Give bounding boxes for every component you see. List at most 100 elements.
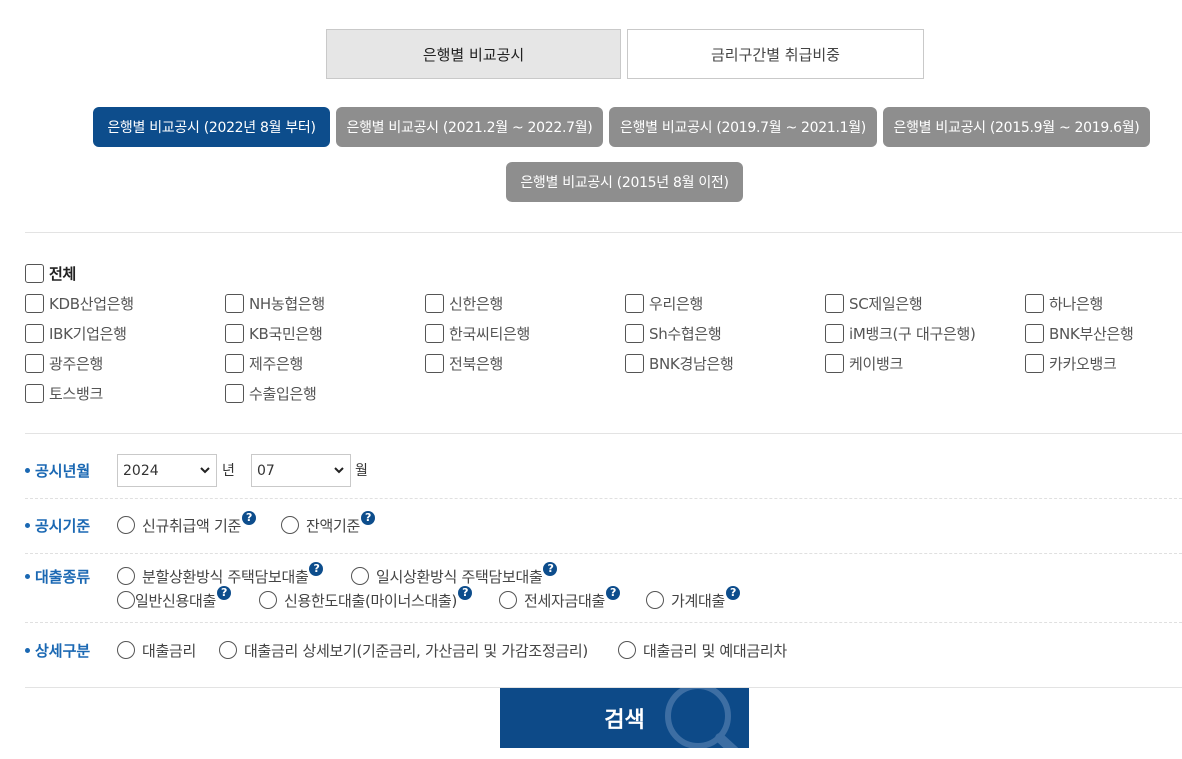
radio-circle[interactable] <box>618 641 636 659</box>
period-tab-2019-07-to-2021-01[interactable]: 은행별 비교공시 (2019.7월 ~ 2021.1월) <box>609 107 877 147</box>
loan-type-label: 대출종류 <box>25 565 90 587</box>
checkbox-label: SC제일은행 <box>849 294 923 313</box>
bullet-icon <box>25 647 30 653</box>
period-tab-2015-09-to-2019-06[interactable]: 은행별 비교공시 (2015.9월 ~ 2019.6월) <box>883 107 1150 147</box>
checkbox-box[interactable] <box>25 293 44 313</box>
divider <box>25 498 1182 499</box>
checkbox-label: Sh수협은행 <box>649 324 722 343</box>
checkbox-box[interactable] <box>825 293 844 313</box>
checkbox-label: KB국민은행 <box>249 324 323 343</box>
radio-basis-new[interactable]: 신규취급액 기준? <box>117 511 256 536</box>
period-label-text: 공시년월 <box>35 461 91 480</box>
checkbox-bank[interactable]: iM뱅크(구 대구은행) <box>825 322 976 344</box>
checkbox-bank[interactable]: IBK기업은행 <box>25 322 127 344</box>
checkbox-box[interactable] <box>1025 353 1044 373</box>
search-button[interactable]: 검색 <box>500 688 749 748</box>
checkbox-box[interactable] <box>225 293 244 313</box>
radio-circle[interactable] <box>117 516 135 534</box>
help-icon[interactable]: ? <box>543 562 558 576</box>
radio-circle[interactable] <box>219 641 237 659</box>
radio-loan-bullet-mortgage[interactable]: 일시상환방식 주택담보대출? <box>351 562 558 587</box>
tab-bank-comparison[interactable]: 은행별 비교공시 <box>326 29 621 79</box>
period-tab-label: 은행별 비교공시 (2015.9월 ~ 2019.6월) <box>893 120 1140 136</box>
checkbox-box[interactable] <box>1025 293 1044 313</box>
checkbox-bank[interactable]: 하나은행 <box>1025 292 1103 314</box>
checkbox-box[interactable] <box>25 323 44 343</box>
checkbox-bank[interactable]: 토스뱅크 <box>25 382 103 404</box>
radio-label: 가계대출 <box>671 591 726 610</box>
checkbox-bank[interactable]: BNK경남은행 <box>625 352 734 374</box>
radio-circle[interactable] <box>117 591 135 609</box>
radio-circle[interactable] <box>646 591 664 609</box>
radio-detail-rate-spread[interactable]: 대출금리 및 예대금리차 <box>618 639 787 661</box>
checkbox-box[interactable] <box>1025 323 1044 343</box>
checkbox-label: 토스뱅크 <box>49 384 104 403</box>
help-icon[interactable]: ? <box>606 586 621 600</box>
checkbox-bank[interactable]: KDB산업은행 <box>25 292 134 314</box>
period-tab-2022-08-onward[interactable]: 은행별 비교공시 (2022년 8월 부터) <box>93 107 330 147</box>
checkbox-bank[interactable]: 카카오뱅크 <box>1025 352 1117 374</box>
checkbox-label: KDB산업은행 <box>49 294 134 313</box>
period-tab-2021-02-to-2022-07[interactable]: 은행별 비교공시 (2021.2월 ~ 2022.7월) <box>336 107 603 147</box>
help-icon[interactable]: ? <box>726 586 741 600</box>
help-icon[interactable]: ? <box>458 586 473 600</box>
radio-loan-credit-line[interactable]: 신용한도대출(마이너스대출)? <box>259 586 473 611</box>
checkbox-bank[interactable]: SC제일은행 <box>825 292 923 314</box>
radio-circle[interactable] <box>259 591 277 609</box>
checkbox-bank[interactable]: Sh수협은행 <box>625 322 722 344</box>
help-icon[interactable]: ? <box>361 511 376 525</box>
checkbox-bank[interactable]: 신한은행 <box>425 292 503 314</box>
checkbox-bank[interactable]: 케이뱅크 <box>825 352 903 374</box>
checkbox-bank[interactable]: 광주은행 <box>25 352 103 374</box>
radio-basis-balance[interactable]: 잔액기준? <box>281 511 376 536</box>
checkbox-box[interactable] <box>25 263 44 283</box>
year-select[interactable]: 2024 <box>117 454 217 487</box>
help-icon[interactable]: ? <box>217 586 232 600</box>
checkbox-box[interactable] <box>825 323 844 343</box>
checkbox-bank[interactable]: NH농협은행 <box>225 292 325 314</box>
divider <box>25 553 1182 554</box>
radio-circle[interactable] <box>281 516 299 534</box>
radio-loan-installment-mortgage[interactable]: 분할상환방식 주택담보대출? <box>117 562 324 587</box>
checkbox-box[interactable] <box>625 353 644 373</box>
checkbox-bank[interactable]: BNK부산은행 <box>1025 322 1134 344</box>
month-select[interactable]: 07 <box>251 454 351 487</box>
radio-circle[interactable] <box>117 641 135 659</box>
checkbox-box[interactable] <box>225 383 244 403</box>
checkbox-box[interactable] <box>25 353 44 373</box>
checkbox-box[interactable] <box>625 293 644 313</box>
help-icon[interactable]: ? <box>309 562 324 576</box>
year-select-value: 2024 <box>123 462 159 479</box>
radio-circle[interactable] <box>351 567 369 585</box>
checkbox-bank[interactable]: 우리은행 <box>625 292 703 314</box>
checkbox-label: 우리은행 <box>649 294 704 313</box>
checkbox-all-banks[interactable]: 전체 <box>25 262 76 284</box>
checkbox-box[interactable] <box>625 323 644 343</box>
checkbox-bank[interactable]: 한국씨티은행 <box>425 322 530 344</box>
radio-loan-household[interactable]: 가계대출? <box>646 586 741 611</box>
checkbox-bank[interactable]: KB국민은행 <box>225 322 323 344</box>
checkbox-box[interactable] <box>425 293 444 313</box>
tab-rate-range-share[interactable]: 금리구간별 취급비중 <box>627 29 924 79</box>
checkbox-box[interactable] <box>225 323 244 343</box>
checkbox-bank[interactable]: 전북은행 <box>425 352 503 374</box>
checkbox-label: 광주은행 <box>49 354 104 373</box>
radio-detail-rate-breakdown[interactable]: 대출금리 상세보기(기준금리, 가산금리 및 가감조정금리) <box>219 639 588 661</box>
radio-loan-general-credit[interactable]: 일반신용대출? <box>117 586 232 611</box>
help-icon[interactable]: ? <box>241 511 256 525</box>
checkbox-box[interactable] <box>425 353 444 373</box>
period-tab-before-2015-08[interactable]: 은행별 비교공시 (2015년 8월 이전) <box>506 162 743 202</box>
checkbox-bank[interactable]: 수출입은행 <box>225 382 317 404</box>
checkbox-box[interactable] <box>25 383 44 403</box>
radio-loan-jeonse[interactable]: 전세자금대출? <box>499 586 621 611</box>
divider <box>25 232 1182 233</box>
radio-detail-rate[interactable]: 대출금리 <box>117 639 196 661</box>
radio-label: 일시상환방식 주택담보대출 <box>376 567 543 586</box>
period-label: 공시년월 <box>25 459 90 481</box>
checkbox-bank[interactable]: 제주은행 <box>225 352 303 374</box>
checkbox-box[interactable] <box>825 353 844 373</box>
radio-circle[interactable] <box>117 567 135 585</box>
checkbox-box[interactable] <box>425 323 444 343</box>
checkbox-box[interactable] <box>225 353 244 373</box>
radio-circle[interactable] <box>499 591 517 609</box>
